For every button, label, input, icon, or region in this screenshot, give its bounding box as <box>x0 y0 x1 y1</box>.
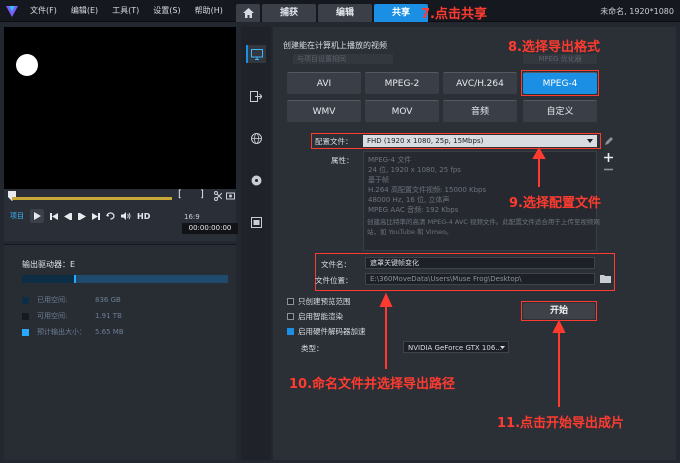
arrow-head <box>552 319 566 333</box>
trim-bar[interactable] <box>12 197 172 200</box>
prev-frame-button[interactable] <box>64 212 72 220</box>
project-info: 未命名, 1920*1080 <box>600 7 674 16</box>
snapshot-icon[interactable] <box>226 191 235 200</box>
share-computer-button[interactable] <box>246 45 266 63</box>
windows-file-icon <box>250 216 262 228</box>
split-clip-icon[interactable] <box>214 191 222 201</box>
title-bar: 文件(F) 编辑(E) 工具(T) 设置(S) 帮助(H) 捕获 编辑 共享 7… <box>0 0 680 22</box>
next-frame-icon <box>78 212 86 220</box>
legend-swatch-estimated <box>22 328 29 336</box>
home-tab[interactable] <box>236 4 260 22</box>
share-disc-button[interactable] <box>246 171 266 189</box>
play-button[interactable] <box>30 209 44 223</box>
legend-free: 可用空间: 1.91 TB <box>22 311 122 321</box>
output-drive-panel: 输出驱动器：E 已用空间: 836 GB 可用空间: 1.91 TB 预计输出大… <box>4 244 236 460</box>
video-preview[interactable] <box>4 27 236 189</box>
app-logo-icon <box>6 6 18 17</box>
share-web-button[interactable] <box>246 129 266 147</box>
legend-used-label: 已用空间: <box>37 296 68 304</box>
arrow-head <box>532 146 546 159</box>
legend-estimated-label: 预计输出大小： <box>37 328 86 336</box>
menu-file[interactable]: 文件(F) <box>30 0 57 22</box>
mark-in-button[interactable]: [ <box>178 189 182 200</box>
monitor-icon <box>251 48 263 60</box>
menu-settings[interactable]: 设置(S) <box>153 0 180 22</box>
repeat-icon <box>106 212 115 220</box>
legend-swatch-free <box>22 312 29 320</box>
share-device-button[interactable] <box>246 87 266 105</box>
workspace-tabs: 捕获 编辑 共享 <box>236 4 430 22</box>
player-controls: [ ] 项目 HD 16:9 00:00:00:00 <box>4 189 238 241</box>
menu-tools[interactable]: 工具(T) <box>112 0 139 22</box>
menu-edit[interactable]: 编辑(E) <box>71 0 98 22</box>
app-window: 文件(F) 编辑(E) 工具(T) 设置(S) 帮助(H) 捕获 编辑 共享 7… <box>0 0 680 463</box>
share-category-bar <box>241 27 271 460</box>
share-settings-panel: 创建能在计算机上播放的视频 8.选择导出格式 与项目设置相同 MPEG 优化器 … <box>273 27 676 460</box>
menu-bar: 文件(F) 编辑(E) 工具(T) 设置(S) 帮助(H) <box>30 0 237 22</box>
goto-start-icon <box>50 212 58 220</box>
prev-frame-icon <box>64 212 72 220</box>
timecode-display[interactable]: 00:00:00:00 <box>182 223 238 234</box>
mark-out-button[interactable]: ] <box>200 189 204 200</box>
goto-end-icon <box>92 212 100 220</box>
output-drive-label: 输出驱动器：E <box>22 260 76 269</box>
device-export-icon <box>250 90 262 102</box>
repeat-button[interactable] <box>106 212 115 220</box>
menu-help[interactable]: 帮助(H) <box>195 0 223 22</box>
legend-swatch-used <box>22 296 29 304</box>
annotation-arrows <box>379 146 566 407</box>
goto-start-button[interactable] <box>50 212 58 220</box>
project-mode-label[interactable]: 项目 <box>10 211 24 221</box>
disc-icon <box>251 175 261 185</box>
legend-free-value: 1.91 TB <box>95 312 122 320</box>
legend-used: 已用空间: 836 GB <box>22 295 121 305</box>
tab-capture[interactable]: 捕获 <box>262 4 316 22</box>
volume-button[interactable] <box>121 212 131 220</box>
annotation-step-7: 7.点击共享 <box>421 7 487 22</box>
disk-usage-fill <box>22 275 76 283</box>
home-icon <box>242 8 254 18</box>
transport-controls: 项目 HD <box>10 209 156 223</box>
legend-free-label: 可用空间: <box>37 312 68 320</box>
arrow-head <box>379 292 393 307</box>
next-frame-button[interactable] <box>78 212 86 220</box>
goto-end-button[interactable] <box>92 212 100 220</box>
play-icon <box>33 212 41 220</box>
tab-share[interactable]: 共享 <box>374 4 428 22</box>
legend-used-value: 836 GB <box>95 296 121 304</box>
aspect-ratio-select[interactable]: 16:9 <box>184 213 200 221</box>
volume-icon <box>121 212 131 220</box>
legend-estimated: 预计输出大小： 5.65 MB <box>22 327 124 337</box>
globe-icon <box>250 132 262 144</box>
preview-white-dot <box>16 54 38 76</box>
tab-edit[interactable]: 编辑 <box>318 4 372 22</box>
share-3d-button[interactable] <box>246 213 266 231</box>
hd-toggle[interactable]: HD <box>137 212 150 221</box>
disk-usage-bar <box>22 275 228 283</box>
legend-estimated-value: 5.65 MB <box>95 328 124 336</box>
